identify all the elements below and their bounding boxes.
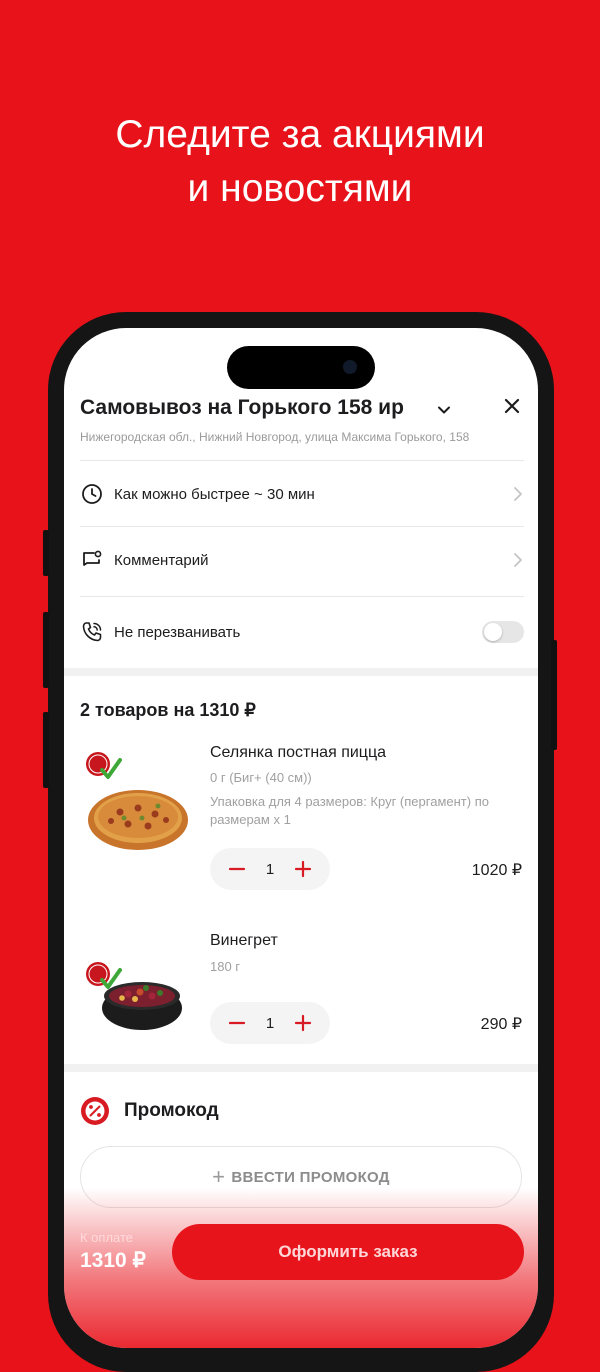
comment-icon [83,550,102,566]
item-weight: 0 г (Биг+ (40 см)) [210,770,312,785]
no-call-label: Не перезванивать [114,623,241,641]
no-call-row: Не перезванивать [80,612,524,652]
vinegret-image[interactable] [80,942,196,1052]
plus-icon[interactable] [294,860,312,878]
pickup-address: Нижегородская обл., Нижний Новгород, ули… [80,430,470,444]
no-call-toggle[interactable] [482,621,524,643]
pay-amount: 1310 ₽ [80,1249,146,1272]
phone-power-button [551,640,557,750]
chevron-right-icon [514,553,522,567]
divider [80,526,524,527]
quantity-value: 1 [265,860,275,878]
phone-call-icon [82,622,102,642]
phone-side-button [43,530,49,576]
pizza-image[interactable] [80,746,196,856]
promocode-title: Промокод [124,1100,219,1121]
item-packaging: Упаковка для 4 размеров: Круг (пергамент… [210,794,489,827]
pay-label: К оплате [80,1230,134,1245]
phone-volume-down-button [43,712,49,788]
section-separator [64,668,538,676]
delivery-time-label: Как можно быстрее ~ 30 мин [114,485,315,503]
promo-headline-line1: Следите за акциями [115,113,485,156]
promo-headline: Следите за акциями и новостями [0,108,600,216]
item-price: 1020 ₽ [471,862,522,879]
camera-icon [343,360,357,374]
dynamic-island [227,346,375,389]
item-price: 290 ₽ [480,1016,522,1033]
quantity-stepper: 1 [210,848,330,890]
checkout-button[interactable]: Оформить заказ [172,1224,524,1280]
item-weight: 180 г [210,959,241,974]
phone-volume-up-button [43,612,49,688]
close-icon[interactable] [500,394,524,418]
comment-row[interactable]: Комментарий [80,540,524,580]
pickup-title[interactable]: Самовывоз на Горького 158 ир [80,396,404,420]
quantity-stepper: 1 [210,1002,330,1044]
divider [80,460,524,461]
cart-summary: 2 товаров на 1310 ₽ [80,700,256,720]
item-name: Селянка постная пицца [210,744,387,761]
chevron-right-icon [514,487,522,501]
chevron-down-icon[interactable] [436,402,452,418]
minus-icon[interactable] [228,860,246,878]
minus-icon[interactable] [228,1014,246,1032]
divider [80,596,524,597]
clock-icon [82,484,102,504]
promocode-header: Промокод [80,1096,219,1126]
section-separator [64,1064,538,1072]
enter-promocode-label: ВВЕСТИ ПРОМОКОД [231,1168,390,1186]
quantity-value: 1 [265,1014,275,1032]
promo-headline-line2: и новостями [187,167,413,210]
plus-icon: + [212,1164,226,1189]
delivery-time-row[interactable]: Как можно быстрее ~ 30 мин [80,474,524,514]
app-screen: Самовывоз на Горького 158 ир Нижегородск… [64,328,538,1348]
comment-label: Комментарий [114,551,209,569]
item-name: Винегрет [210,932,278,949]
plus-icon[interactable] [294,1014,312,1032]
discount-badge-icon [81,1097,109,1125]
